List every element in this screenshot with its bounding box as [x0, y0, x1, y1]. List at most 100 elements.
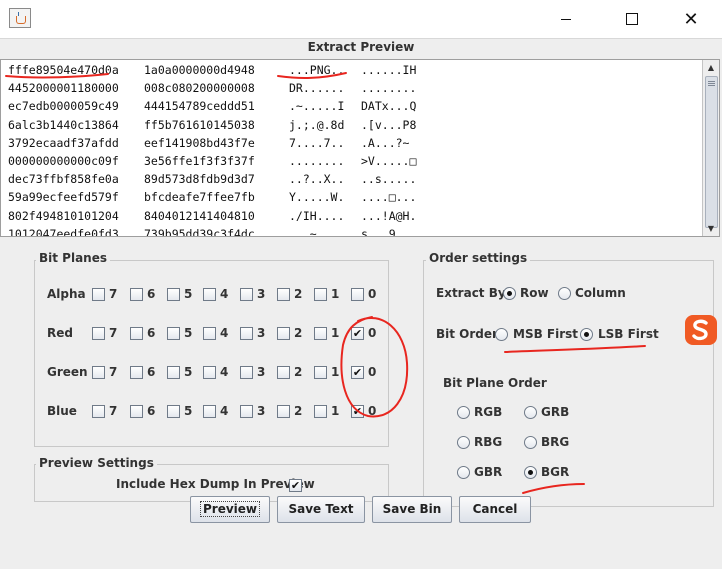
ascii-a: .~.....I	[289, 99, 345, 114]
order-settings-title: Order settings	[426, 251, 531, 265]
bit-number-label: 1	[331, 365, 340, 379]
bit-plane-checkbox[interactable]: ✔	[351, 327, 364, 340]
bit-plane-checkbox[interactable]	[277, 366, 290, 379]
order-rgb-radio[interactable]	[457, 406, 470, 419]
bit-number-label: 0	[368, 404, 377, 418]
bit-plane-checkbox[interactable]	[203, 288, 216, 301]
bit-plane-checkbox[interactable]	[314, 288, 327, 301]
bit-plane-checkbox[interactable]	[167, 288, 180, 301]
bit-number-label: 7	[109, 365, 118, 379]
bit-plane-checkbox[interactable]	[351, 288, 364, 301]
bit-plane-row-label: Red	[47, 326, 73, 340]
hex-bytes-b: 89d573d8fdb9d3d7	[144, 172, 255, 187]
hex-dump-checkbox[interactable]: ✔	[289, 479, 302, 492]
bit-number-label: 7	[109, 326, 118, 340]
ascii-a: ........	[289, 154, 345, 168]
bit-plane-checkbox[interactable]	[240, 327, 253, 340]
preview-button[interactable]: Preview	[190, 496, 270, 523]
cancel-button-label: Cancel	[472, 502, 518, 516]
bit-plane-checkbox[interactable]	[314, 366, 327, 379]
extract-by-column-radio[interactable]	[558, 287, 571, 300]
msb-first-radio[interactable]	[495, 328, 508, 341]
preview-settings-title: Preview Settings	[36, 456, 157, 470]
bit-plane-checkbox[interactable]	[277, 327, 290, 340]
bit-plane-checkbox[interactable]	[92, 405, 105, 418]
close-button[interactable]: ✕	[668, 0, 714, 38]
bit-plane-checkbox[interactable]: ✔	[351, 405, 364, 418]
bit-plane-checkbox[interactable]	[130, 327, 143, 340]
order-gbr-radio[interactable]	[457, 466, 470, 479]
scroll-up-icon[interactable]: ▲	[703, 60, 719, 75]
bit-number-label: 7	[109, 287, 118, 301]
bit-number-label: 3	[257, 404, 266, 418]
scroll-thumb[interactable]	[705, 76, 718, 228]
hex-bytes-b: eef141908bd43f7e	[144, 135, 255, 150]
maximize-button[interactable]	[609, 0, 655, 38]
cancel-button[interactable]: Cancel	[459, 496, 531, 523]
ascii-a: DR......	[289, 81, 345, 96]
bit-plane-checkbox[interactable]	[130, 288, 143, 301]
save-text-button[interactable]: Save Text	[277, 496, 365, 523]
hex-bytes-b: bfcdeafe7ffee7fb	[144, 190, 255, 205]
order-brg-radio[interactable]	[524, 436, 537, 449]
lsb-first-label: LSB First	[598, 327, 659, 341]
scroll-down-icon[interactable]: ▼	[703, 221, 719, 236]
bit-number-label: 4	[220, 287, 229, 301]
hex-bytes-b: 1a0a0000000d4948	[144, 63, 255, 77]
ascii-b: s...9...	[361, 226, 417, 237]
ascii-a: ..?..X..	[289, 172, 345, 187]
bit-plane-checkbox[interactable]	[167, 327, 180, 340]
minimize-button[interactable]	[543, 0, 589, 38]
bit-plane-checkbox[interactable]	[240, 288, 253, 301]
bit-plane-checkbox[interactable]	[203, 327, 216, 340]
save-bin-button-label: Save Bin	[382, 502, 442, 516]
bit-plane-checkbox[interactable]	[314, 405, 327, 418]
bit-plane-checkbox[interactable]	[277, 405, 290, 418]
preview-scrollbar[interactable]: ▲ ▼	[702, 60, 719, 236]
bit-plane-checkbox[interactable]	[130, 405, 143, 418]
extract-by-row-label: Row	[520, 286, 549, 300]
save-bin-button[interactable]: Save Bin	[372, 496, 452, 523]
bit-number-label: 2	[294, 365, 303, 379]
bit-plane-checkbox[interactable]	[167, 405, 180, 418]
ascii-a: ...~....	[289, 226, 345, 237]
lsb-first-radio[interactable]	[580, 328, 593, 341]
close-icon: ✕	[683, 8, 699, 30]
bit-plane-checkbox[interactable]	[167, 366, 180, 379]
hex-bytes-a: 59a99ecfeefd579f	[8, 190, 119, 205]
ascii-a: ./IH....	[289, 208, 345, 223]
ascii-a: j.;.@.8d	[289, 117, 345, 132]
bit-number-label: 3	[257, 287, 266, 301]
ascii-a: ...PNG..	[289, 63, 345, 77]
bit-plane-checkbox[interactable]	[92, 288, 105, 301]
hex-bytes-b: 008c080200000008	[144, 81, 255, 96]
order-rbg-radio[interactable]	[457, 436, 470, 449]
bit-plane-checkbox[interactable]	[240, 366, 253, 379]
java-cup-icon[interactable]	[9, 8, 31, 28]
order-grb-radio[interactable]	[524, 406, 537, 419]
bit-plane-checkbox[interactable]	[130, 366, 143, 379]
order-bgr-radio[interactable]	[524, 466, 537, 479]
bit-plane-checkbox[interactable]	[203, 405, 216, 418]
bit-plane-checkbox[interactable]: ✔	[351, 366, 364, 379]
ascii-b: .A...?~	[361, 135, 410, 150]
hex-preview-area[interactable]: fffe89504e470d0a 1a0a0000000d4948 ...PNG..…	[0, 59, 720, 237]
bit-plane-checkbox[interactable]	[314, 327, 327, 340]
bit-number-label: 0	[368, 365, 377, 379]
extract-by-row-radio[interactable]	[503, 287, 516, 300]
bit-number-label: 3	[257, 365, 266, 379]
ascii-b: ....□...	[361, 190, 417, 205]
bit-number-label: 5	[184, 404, 193, 418]
sogou-ime-icon[interactable]	[684, 314, 718, 346]
bit-plane-checkbox[interactable]	[92, 366, 105, 379]
bit-plane-checkbox[interactable]	[240, 405, 253, 418]
hex-bytes-b: 444154789ceddd51	[144, 99, 255, 114]
hex-bytes-a: ec7edb0000059c49	[8, 99, 119, 114]
ascii-a: Y.....W.	[289, 190, 345, 205]
bit-plane-checkbox[interactable]	[203, 366, 216, 379]
order-bgr-label: BGR	[541, 465, 570, 479]
bit-number-label: 0	[368, 287, 377, 301]
bit-plane-checkbox[interactable]	[92, 327, 105, 340]
bit-plane-checkbox[interactable]	[277, 288, 290, 301]
ascii-b: ........	[361, 81, 417, 96]
